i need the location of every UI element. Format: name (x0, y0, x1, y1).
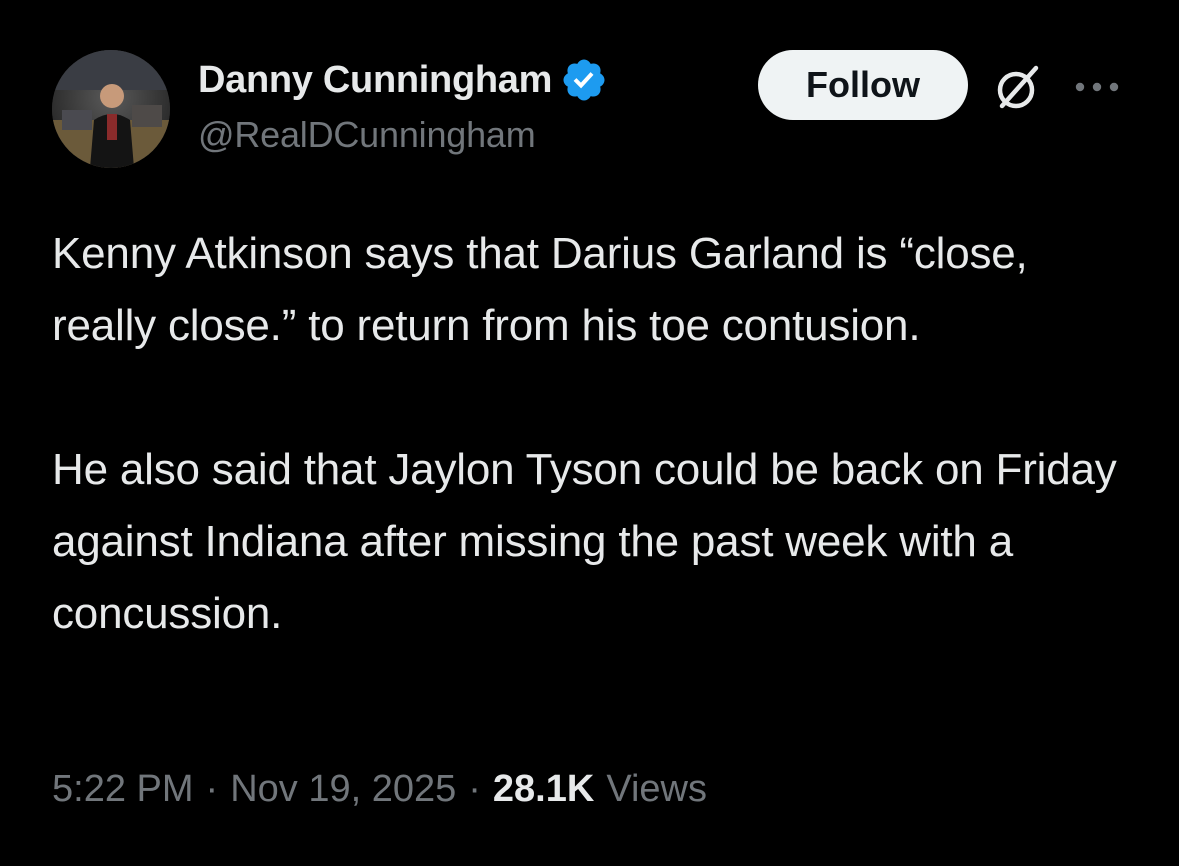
views-count[interactable]: 28.1K (493, 768, 594, 811)
tweet-meta: 5:22 PM · Nov 19, 2025 · 28.1K Views (52, 768, 707, 811)
grok-icon[interactable] (990, 60, 1046, 116)
follow-button[interactable]: Follow (758, 50, 968, 120)
tweet-time[interactable]: 5:22 PM (52, 768, 194, 811)
meta-separator: · (205, 768, 219, 810)
author-display-name[interactable]: Danny Cunningham (198, 59, 552, 102)
tweet-card: Danny Cunningham @RealDCunningham Follow… (0, 0, 1179, 866)
more-icon[interactable] (1072, 72, 1124, 102)
tweet-paragraph: He also said that Jaylon Tyson could be … (52, 445, 1117, 638)
verified-badge-icon[interactable] (560, 56, 608, 104)
avatar[interactable] (52, 50, 170, 168)
tweet-date[interactable]: Nov 19, 2025 (230, 768, 456, 811)
author-name-row: Danny Cunningham (198, 56, 608, 104)
tweet-paragraph: Kenny Atkinson says that Darius Garland … (52, 229, 1028, 350)
tweet-text: Kenny Atkinson says that Darius Garland … (52, 218, 1142, 650)
author-handle[interactable]: @RealDCunningham (198, 114, 536, 156)
meta-separator: · (468, 768, 481, 810)
views-label[interactable]: Views (606, 768, 707, 811)
avatar-photo (52, 50, 170, 168)
